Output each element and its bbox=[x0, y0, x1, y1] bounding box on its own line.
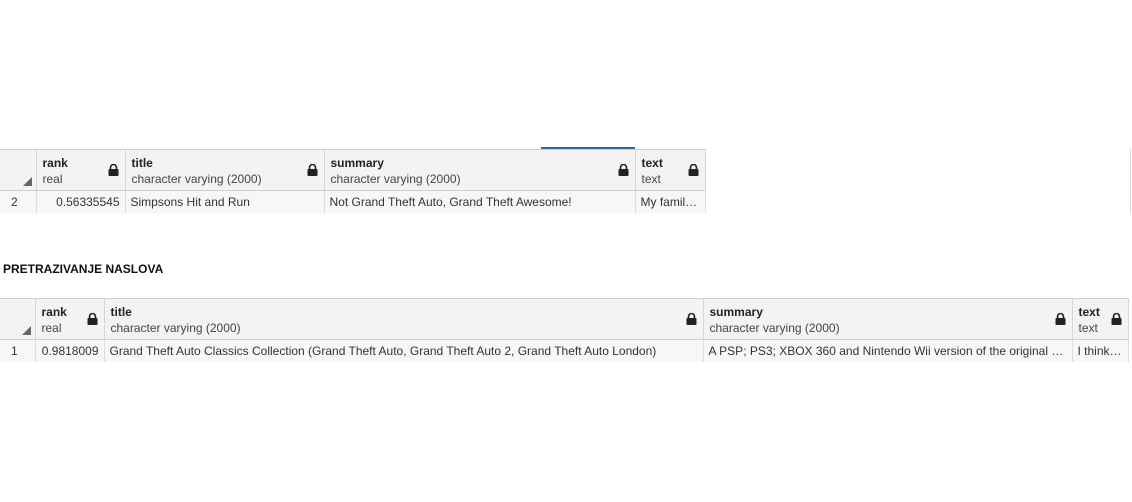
select-all-corner-icon[interactable] bbox=[21, 326, 31, 335]
row-number[interactable]: 1 bbox=[0, 339, 36, 362]
select-all-corner-icon[interactable] bbox=[22, 177, 32, 186]
column-header-summary[interactable]: summary character varying (2000) bbox=[703, 298, 1073, 340]
column-name: summary bbox=[709, 305, 763, 319]
column-type: character varying (2000) bbox=[330, 172, 461, 186]
cell-rank[interactable]: 0.56335545 bbox=[36, 190, 126, 213]
lock-icon bbox=[688, 164, 698, 176]
column-name: title bbox=[110, 305, 132, 319]
table-row[interactable]: 2 0.56335545 Simpsons Hit and Run Not Gr… bbox=[0, 190, 706, 213]
section-title: PRETRAZIVANJE NASLOVA bbox=[3, 262, 164, 276]
column-header-summary[interactable]: summary character varying (2000) bbox=[324, 149, 636, 191]
grid-header-row: rank real title character varying (2000) s… bbox=[0, 298, 1129, 340]
cell-summary[interactable]: Not Grand Theft Auto, Grand Theft Awesom… bbox=[324, 190, 636, 213]
column-header-text[interactable]: text text bbox=[1072, 298, 1129, 340]
panel-divider bbox=[1130, 148, 1131, 214]
lock-icon bbox=[1111, 313, 1121, 325]
cell-summary[interactable]: A PSP; PS3; XBOX 360 and Nintendo Wii ve… bbox=[703, 339, 1073, 362]
results-grid-2: rank real title character varying (2000) s… bbox=[0, 298, 1129, 362]
column-header-title[interactable]: title character varying (2000) bbox=[104, 298, 704, 340]
column-name: summary bbox=[330, 156, 384, 170]
column-header-title[interactable]: title character varying (2000) bbox=[125, 149, 325, 191]
column-header-rank[interactable]: rank real bbox=[36, 149, 126, 191]
lock-icon bbox=[87, 313, 97, 325]
column-header-rank[interactable]: rank real bbox=[35, 298, 105, 340]
column-name: title bbox=[131, 156, 153, 170]
table-row[interactable]: 1 0.9818009 Grand Theft Auto Classics Co… bbox=[0, 339, 1129, 362]
cell-title[interactable]: Grand Theft Auto Classics Collection (Gr… bbox=[104, 339, 704, 362]
cell-rank[interactable]: 0.9818009 bbox=[35, 339, 105, 362]
row-number[interactable]: 2 bbox=[0, 190, 37, 213]
cell-title[interactable]: Simpsons Hit and Run bbox=[125, 190, 325, 213]
cell-text[interactable]: I think t… bbox=[1072, 339, 1129, 362]
column-header-text[interactable]: text text bbox=[635, 149, 706, 191]
row-number-header[interactable] bbox=[0, 149, 37, 191]
lock-icon bbox=[1055, 313, 1065, 325]
lock-icon bbox=[618, 164, 628, 176]
column-type: character varying (2000) bbox=[709, 321, 840, 335]
cell-text[interactable]: My family… bbox=[635, 190, 706, 213]
lock-icon bbox=[108, 164, 118, 176]
results-grid-1: rank real title character varying (2000) s… bbox=[0, 149, 706, 213]
row-number-header[interactable] bbox=[0, 298, 36, 340]
column-type: character varying (2000) bbox=[110, 321, 241, 335]
lock-icon bbox=[307, 164, 317, 176]
grid-header-row: rank real title character varying (2000) s… bbox=[0, 149, 706, 191]
lock-icon bbox=[686, 313, 696, 325]
column-type: character varying (2000) bbox=[131, 172, 262, 186]
